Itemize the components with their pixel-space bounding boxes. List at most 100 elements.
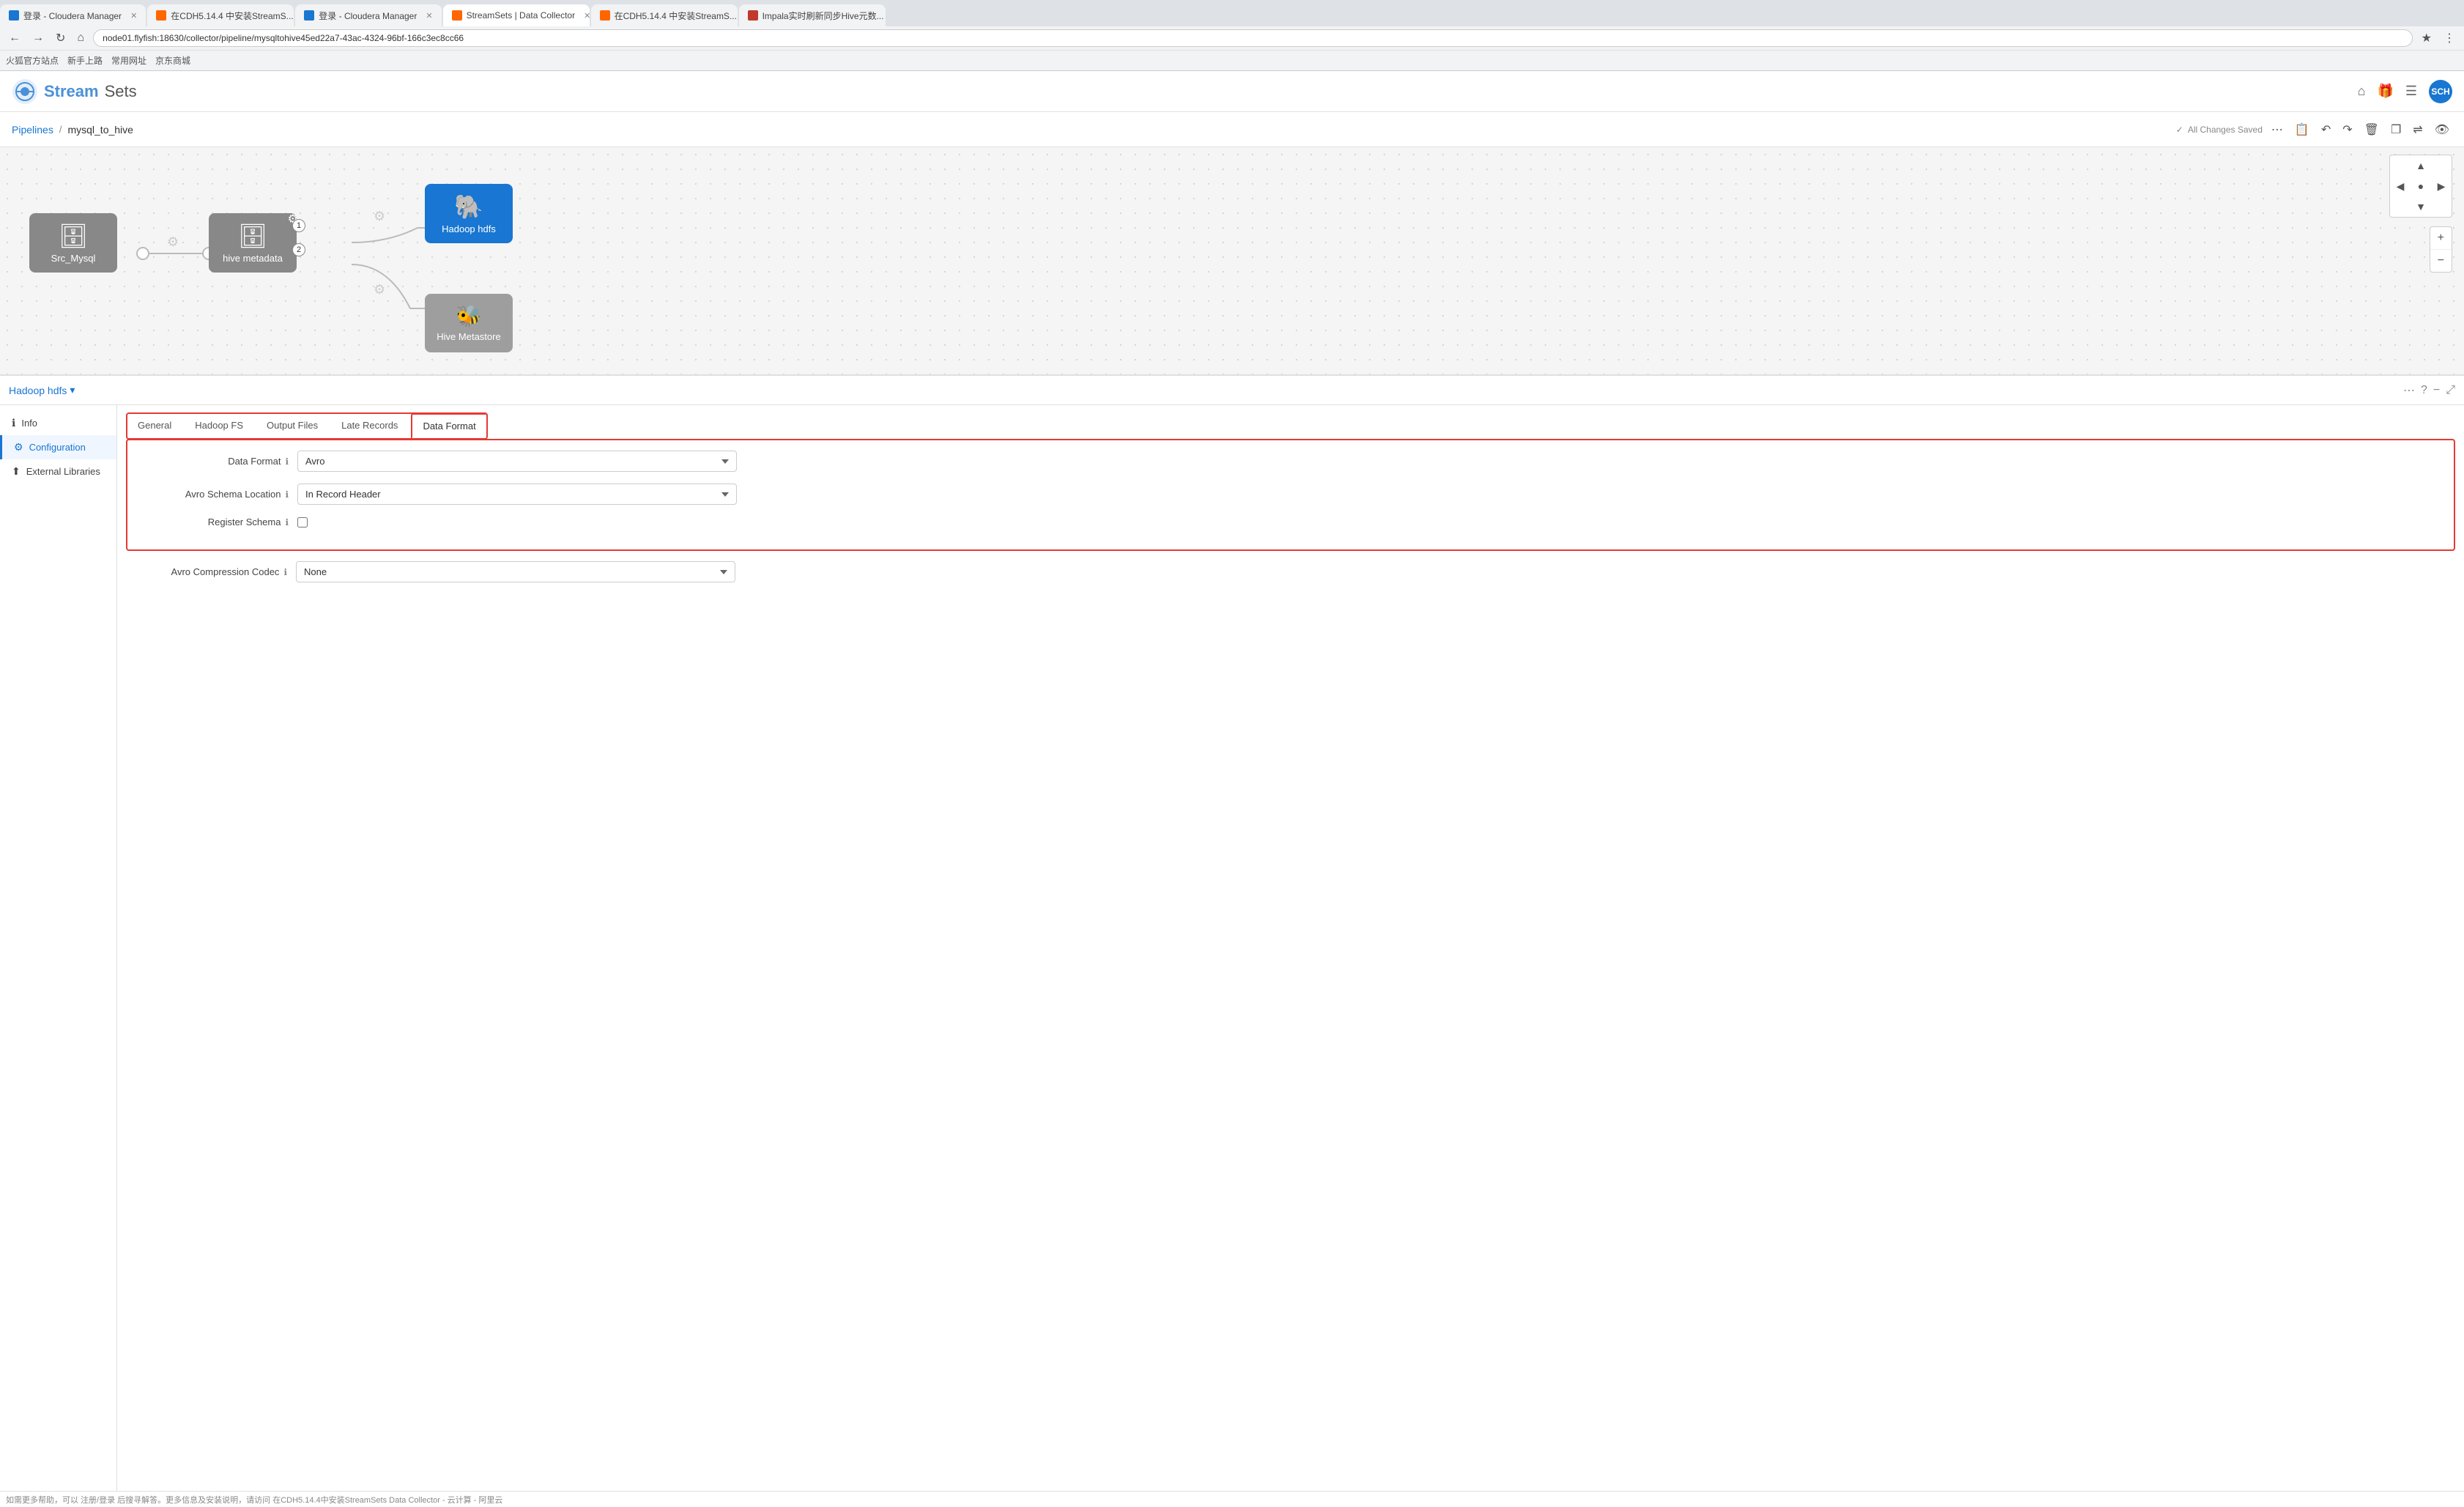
breadcrumb-pipelines[interactable]: Pipelines	[12, 124, 53, 136]
home-button[interactable]: ⌂	[74, 30, 87, 46]
bookmark-button[interactable]: ★	[2419, 29, 2435, 47]
address-input[interactable]	[93, 29, 2413, 47]
save-status-text: All Changes Saved	[2188, 125, 2263, 135]
canvas-connections: ⚙ ⚙ ⚙	[0, 147, 2464, 374]
form-row-avro-schema: Avro Schema Location ℹ In Record Header …	[142, 484, 2439, 505]
panel-help-btn[interactable]: ?	[2421, 384, 2427, 397]
menu-icon-btn[interactable]: ☰	[2405, 84, 2417, 99]
zoom-in-btn[interactable]: +	[2430, 227, 2452, 250]
logo-stream: Stream	[44, 82, 99, 101]
panel-title-text: Hadoop hdfs	[9, 385, 67, 396]
bookmark-2[interactable]: 新手上路	[67, 54, 103, 67]
nav-up-btn[interactable]: ▲	[2411, 155, 2431, 176]
menu-button[interactable]: ⋮	[2441, 29, 2458, 47]
duplicate-btn[interactable]: ❐	[2388, 119, 2404, 140]
configuration-icon: ⚙	[14, 441, 23, 453]
panel-header-icons: ⋯ ? − ⤢	[2403, 383, 2455, 398]
hadoop-hdfs-icon: 🐘	[454, 193, 483, 221]
tab-close-4[interactable]: ✕	[584, 11, 589, 21]
tab-1[interactable]: 登录 - Cloudera Manager ✕	[0, 4, 146, 26]
zoom-out-btn[interactable]: −	[2430, 250, 2452, 272]
hadoop-hdfs-label: Hadoop hdfs	[442, 223, 496, 234]
reload-button[interactable]: ↻	[53, 29, 68, 47]
copy-btn[interactable]: 📋	[2292, 119, 2312, 140]
node-hive-metadata[interactable]: 🗄 ⚙ hive metadata 1 2	[209, 213, 297, 273]
gift-icon-btn[interactable]: 🎁	[2377, 84, 2393, 99]
save-status: ✓ All Changes Saved	[2176, 125, 2263, 135]
form-row-register-schema: Register Schema ℹ	[142, 516, 2439, 527]
bottom-panel-header: Hadoop hdfs ▾ ⋯ ? − ⤢	[0, 376, 2464, 405]
undo-btn[interactable]: ↶	[2318, 119, 2334, 140]
address-bar: ← → ↻ ⌂ ★ ⋮	[0, 26, 2464, 50]
sidebar-item-info[interactable]: ℹ Info	[0, 411, 116, 435]
hive-metadata-icon: 🗄	[238, 222, 268, 250]
data-format-info-icon[interactable]: ℹ	[285, 456, 289, 467]
node-hive-metastore[interactable]: 🐝 Hive Metastore	[425, 294, 513, 352]
panel-minimize-btn[interactable]: −	[2433, 384, 2440, 397]
tab-3[interactable]: 登录 - Cloudera Manager ✕	[295, 4, 441, 26]
tab-close-1[interactable]: ✕	[130, 11, 137, 21]
avro-schema-select[interactable]: In Record Header Inline	[297, 484, 737, 505]
tab-hadoop-fs[interactable]: Hadoop FS	[185, 414, 253, 438]
tab-label-3: 登录 - Cloudera Manager	[319, 10, 417, 22]
tab-data-format[interactable]: Data Format	[411, 413, 487, 439]
bottom-panel: Hadoop hdfs ▾ ⋯ ? − ⤢ ℹ Info ⚙ Configura…	[0, 374, 2464, 1491]
zoom-controls: + −	[2430, 226, 2452, 273]
header-icons: ⌂ 🎁 ☰ SCH	[2358, 80, 2452, 103]
tab-label-1: 登录 - Cloudera Manager	[23, 10, 122, 22]
register-schema-checkbox[interactable]	[297, 517, 308, 527]
left-sidebar: ℹ Info ⚙ Configuration ⬆ External Librar…	[0, 405, 117, 1491]
svg-text:⚙: ⚙	[374, 282, 385, 297]
node-src-mysql[interactable]: 🗄 Src_Mysql	[29, 213, 117, 273]
sidebar-item-info-label: Info	[21, 418, 37, 429]
tab-late-records[interactable]: Late Records	[331, 414, 408, 438]
tab-bar: 登录 - Cloudera Manager ✕ 在CDH5.14.4 中安装St…	[0, 0, 2464, 26]
nav-left-btn[interactable]: ◀	[2390, 176, 2411, 196]
panel-more-btn[interactable]: ⋯	[2403, 383, 2415, 398]
sidebar-item-external-libraries[interactable]: ⬆ External Libraries	[0, 459, 116, 484]
bottom-panel-body: ℹ Info ⚙ Configuration ⬆ External Librar…	[0, 405, 2464, 1491]
main-content: General Hadoop FS Output Files Late Reco…	[117, 405, 2464, 1491]
nav-right-btn[interactable]: ▶	[2431, 176, 2452, 196]
tab-output-files[interactable]: Output Files	[256, 414, 328, 438]
tab-6[interactable]: Impala实时刷新同步Hive元数... ✕	[739, 4, 886, 26]
tab-4[interactable]: StreamSets | Data Collector ✕	[443, 4, 590, 26]
tab-close-3[interactable]: ✕	[426, 11, 432, 21]
external-libraries-icon: ⬆	[12, 465, 21, 478]
forward-button[interactable]: →	[29, 30, 47, 46]
avro-schema-label: Avro Schema Location ℹ	[142, 489, 289, 500]
avro-schema-info-icon[interactable]: ℹ	[285, 489, 289, 500]
avro-codec-select[interactable]: None Snappy Deflate	[296, 561, 735, 582]
info-icon: ℹ	[12, 417, 15, 429]
canvas-area: ⚙ ⚙ ⚙ 🗄 Src_Mysql 🗄 ⚙ hive metadata 1 2 …	[0, 147, 2464, 374]
tab-5[interactable]: 在CDH5.14.4 中安装StreamS... ✕	[591, 4, 738, 26]
tab-favicon-4	[452, 10, 462, 21]
register-schema-info-icon[interactable]: ℹ	[285, 517, 289, 527]
nav-arrows: ▲ ◀ ● ▶ ▼	[2389, 155, 2452, 218]
shuffle-btn[interactable]: ⇌	[2410, 119, 2425, 140]
bookmark-4[interactable]: 京东商城	[155, 54, 190, 67]
delete-btn[interactable]: 🗑	[2361, 119, 2382, 140]
tab-2[interactable]: 在CDH5.14.4 中安装StreamS... ✕	[147, 4, 294, 26]
redo-btn[interactable]: ↷	[2339, 119, 2355, 140]
back-button[interactable]: ←	[6, 30, 23, 46]
panel-expand-btn[interactable]: ⤢	[2446, 384, 2455, 397]
form-row-data-format: Data Format ℹ Avro Text JSON CSV	[142, 451, 2439, 472]
svg-text:⚙: ⚙	[374, 209, 385, 223]
panel-title-button[interactable]: Hadoop hdfs ▾	[9, 384, 75, 396]
preview-btn[interactable]: 👁	[2432, 119, 2452, 140]
node-hadoop-hdfs[interactable]: 🐘 Hadoop hdfs	[425, 184, 513, 243]
save-status-icon: ✓	[2176, 125, 2183, 135]
bookmark-3[interactable]: 常用网址	[111, 54, 146, 67]
sidebar-item-configuration[interactable]: ⚙ Configuration	[0, 435, 116, 459]
nav-center-btn[interactable]: ●	[2411, 176, 2431, 196]
avro-codec-info-icon[interactable]: ℹ	[283, 567, 287, 577]
tab-general[interactable]: General	[127, 414, 182, 438]
bookmark-1[interactable]: 火狐官方站点	[6, 54, 59, 67]
more-options-btn[interactable]: ⋯	[2268, 119, 2286, 140]
avatar-button[interactable]: SCH	[2429, 80, 2452, 103]
data-format-select[interactable]: Avro Text JSON CSV	[297, 451, 737, 472]
nav-down-btn[interactable]: ▼	[2411, 196, 2431, 217]
sidebar-item-ext-label: External Libraries	[26, 466, 100, 477]
home-icon-btn[interactable]: ⌂	[2358, 84, 2366, 99]
